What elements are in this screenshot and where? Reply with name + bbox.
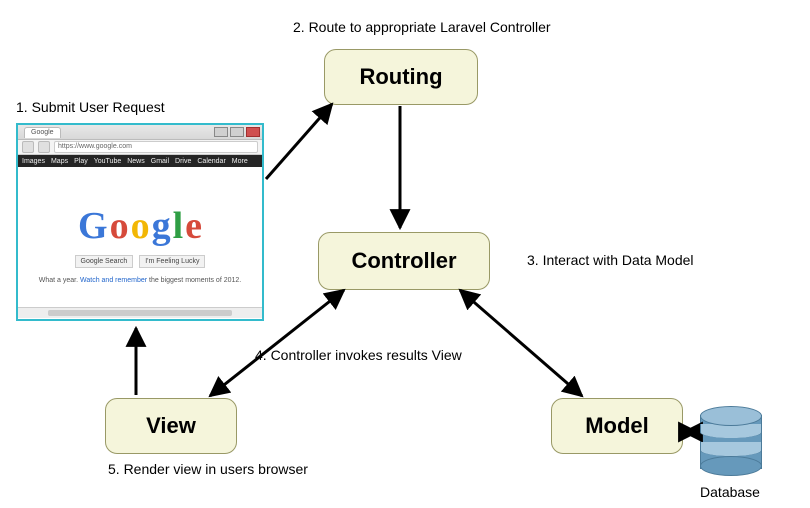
step3-label: 3. Interact with Data Model bbox=[527, 252, 694, 268]
step4-label: 4. Controller invokes results View bbox=[255, 347, 462, 363]
controller-node: Controller bbox=[318, 232, 490, 290]
search-button: Google Search bbox=[75, 255, 134, 268]
arrow-controller-model bbox=[460, 290, 582, 396]
view-node: View bbox=[105, 398, 237, 454]
model-node: Model bbox=[551, 398, 683, 454]
step5-label: 5. Render view in users browser bbox=[108, 461, 308, 477]
database-label: Database bbox=[695, 484, 765, 500]
browser-tab: Google bbox=[24, 127, 61, 138]
database-icon bbox=[700, 406, 760, 476]
browser-url: https://www.google.com bbox=[54, 141, 258, 153]
arrow-browser-to-routing bbox=[266, 104, 332, 179]
browser-footer: What a year. Watch and remember the bigg… bbox=[18, 277, 262, 284]
browser-window: Google https://www.google.com Images Map… bbox=[16, 123, 264, 321]
routing-node: Routing bbox=[324, 49, 478, 105]
browser-menu: Images Maps Play YouTube News Gmail Driv… bbox=[18, 155, 262, 167]
step2-label: 2. Route to appropriate Laravel Controll… bbox=[293, 19, 551, 35]
google-doodle: G o o g l e bbox=[28, 175, 252, 245]
lucky-button: I'm Feeling Lucky bbox=[139, 255, 205, 268]
step1-label: 1. Submit User Request bbox=[16, 99, 165, 115]
